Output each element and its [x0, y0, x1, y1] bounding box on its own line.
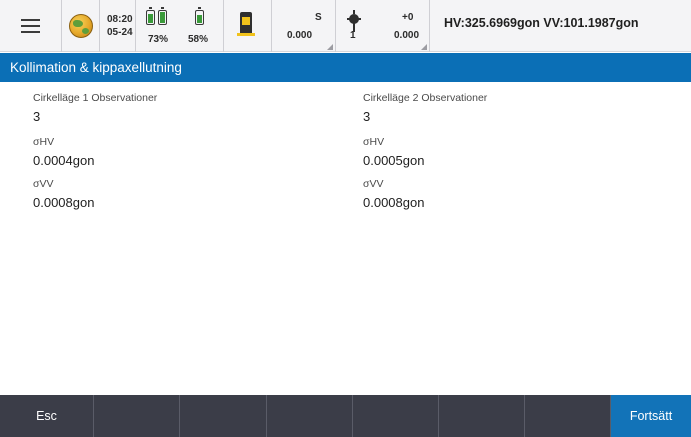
- angle-readout: HV:325.6969gon VV:101.1987gon: [444, 16, 639, 30]
- prism-status[interactable]: 1 +0 0.000: [336, 0, 430, 52]
- continue-button[interactable]: Fortsätt: [611, 395, 691, 437]
- face-1-observations-label: Cirkelläge 1 Observationer: [33, 92, 158, 104]
- softkey-6[interactable]: [439, 395, 525, 437]
- battery-icon: [146, 7, 155, 25]
- battery-status[interactable]: 73% 58%: [136, 0, 224, 52]
- target-label: S: [315, 12, 322, 23]
- clock-date: 05-24: [107, 27, 133, 38]
- prism-index: 1: [350, 30, 356, 41]
- total-station-icon: [237, 12, 255, 36]
- face-2-svv-field: σVV 0.0008gon: [363, 178, 424, 210]
- clock: 08:20 05-24: [100, 0, 136, 52]
- face-2-observations-label: Cirkelläge 2 Observationer: [363, 92, 488, 104]
- battery-icon: [158, 7, 167, 25]
- face-1-svv-value: 0.0008gon: [33, 195, 95, 210]
- face-2-observations-value: 3: [363, 109, 371, 124]
- battery-1-percent: 73%: [148, 34, 169, 45]
- face-1-shv-value: 0.0004gon: [33, 153, 95, 168]
- battery-2-percent: 58%: [188, 34, 209, 45]
- prism-offset: +0: [402, 12, 414, 23]
- face-1-svv-label: σVV: [33, 178, 54, 190]
- esc-button[interactable]: Esc: [0, 395, 94, 437]
- globe-icon: [69, 14, 93, 38]
- face-1-observations-value: 3: [33, 109, 41, 124]
- softkey-3[interactable]: [180, 395, 267, 437]
- main-content: Cirkelläge 1 Observationer 3 σHV 0.0004g…: [0, 82, 691, 395]
- softkey-2[interactable]: [94, 395, 180, 437]
- job-status-button[interactable]: [62, 0, 100, 52]
- face-2-svv-label: σVV: [363, 178, 384, 190]
- target-value: 0.000: [287, 30, 313, 41]
- face-1-observations-field: Cirkelläge 1 Observationer 3: [33, 92, 157, 124]
- face-1-shv-label: σHV: [33, 136, 55, 148]
- face-2-shv-value: 0.0005gon: [363, 153, 425, 168]
- softkey-5[interactable]: [353, 395, 439, 437]
- face-2-shv-label: σHV: [363, 136, 385, 148]
- status-bar: 08:20 05-24 73% 58% S 0.000 1 +0 0.000 H…: [0, 0, 691, 52]
- target-status[interactable]: S 0.000: [272, 0, 336, 52]
- softkey-7[interactable]: [525, 395, 611, 437]
- prism-value: 0.000: [394, 30, 420, 41]
- page-title: Kollimation & kippaxellutning: [0, 53, 691, 82]
- face-2-shv-field: σHV 0.0005gon: [363, 136, 424, 168]
- menu-button[interactable]: [0, 0, 62, 52]
- battery-icon: [195, 7, 204, 25]
- instrument-button[interactable]: [224, 0, 272, 52]
- softkey-bar: Esc Fortsätt: [0, 395, 691, 437]
- softkey-4[interactable]: [267, 395, 353, 437]
- face-1-shv-field: σHV 0.0004gon: [33, 136, 94, 168]
- face-2-svv-value: 0.0008gon: [363, 195, 425, 210]
- face-2-observations-field: Cirkelläge 2 Observationer 3: [363, 92, 487, 124]
- clock-time: 08:20: [107, 14, 133, 25]
- face-1-svv-field: σVV 0.0008gon: [33, 178, 94, 210]
